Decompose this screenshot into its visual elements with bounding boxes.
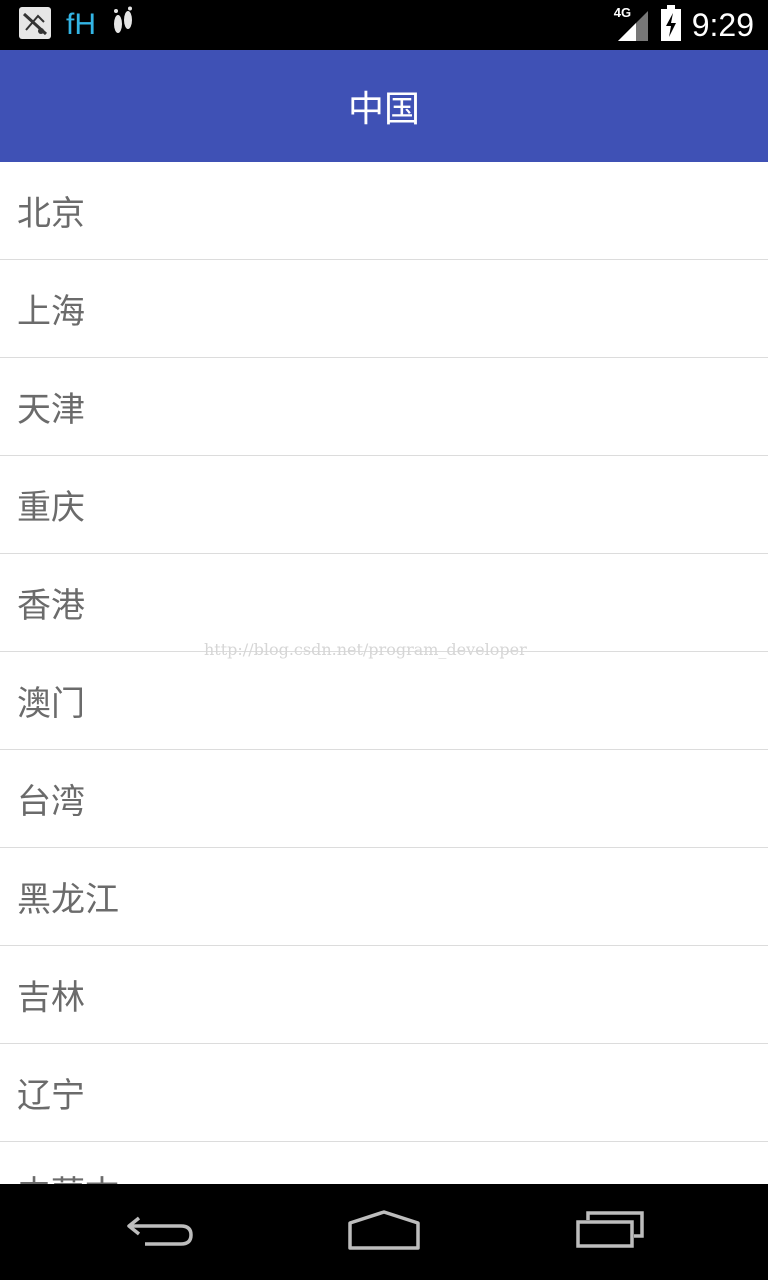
recents-icon — [574, 1210, 646, 1254]
list-item[interactable]: 内蒙古 — [0, 1142, 768, 1184]
home-icon — [346, 1209, 422, 1255]
list-item-label: 台湾 — [17, 782, 85, 822]
list-item-label: 上海 — [17, 292, 85, 332]
home-button[interactable] — [334, 1202, 434, 1262]
feet-icon — [110, 6, 136, 44]
list-item-label: 内蒙古 — [17, 1166, 119, 1184]
list-item[interactable]: 吉林 — [0, 946, 768, 1044]
list-item[interactable]: 香港 — [0, 554, 768, 652]
province-list[interactable]: 北京 上海 天津 重庆 香港 澳门 台湾 黑龙江 吉林 辽宁 内蒙古 — [0, 162, 768, 1184]
list-item-label: 黑龙江 — [17, 880, 119, 920]
status-bar: fH 4G 9:29 — [0, 0, 768, 50]
app-bar: 中国 — [0, 50, 768, 162]
back-icon — [125, 1210, 195, 1254]
list-item[interactable]: 北京 — [0, 162, 768, 260]
back-button[interactable] — [110, 1202, 210, 1262]
list-item-label: 天津 — [17, 390, 85, 430]
notification-icons: fH — [18, 6, 136, 44]
battery-charging-icon — [660, 5, 682, 45]
list-item[interactable]: 天津 — [0, 358, 768, 456]
navigation-bar — [0, 1184, 768, 1280]
list-item[interactable]: 台湾 — [0, 750, 768, 848]
list-item-label: 吉林 — [17, 978, 85, 1018]
app-launcher-icon — [18, 6, 52, 44]
list-item[interactable]: 黑龙江 — [0, 848, 768, 946]
list-item[interactable]: 澳门 — [0, 652, 768, 750]
list-item-label: 香港 — [17, 586, 85, 626]
clock: 9:29 — [691, 7, 754, 43]
list-item[interactable]: 重庆 — [0, 456, 768, 554]
system-status: 4G 9:29 — [614, 0, 754, 50]
list-item-label: 北京 — [17, 194, 85, 234]
signal-icon: 4G — [614, 5, 650, 43]
list-item-label: 澳门 — [17, 684, 85, 724]
recents-button[interactable] — [560, 1202, 660, 1262]
list-item-label: 辽宁 — [17, 1076, 85, 1116]
list-item[interactable]: 上海 — [0, 260, 768, 358]
list-item-label: 重庆 — [17, 488, 85, 528]
list-item[interactable]: 辽宁 — [0, 1044, 768, 1142]
app-notification-text: fH — [66, 8, 96, 41]
page-title: 中国 — [347, 89, 420, 130]
